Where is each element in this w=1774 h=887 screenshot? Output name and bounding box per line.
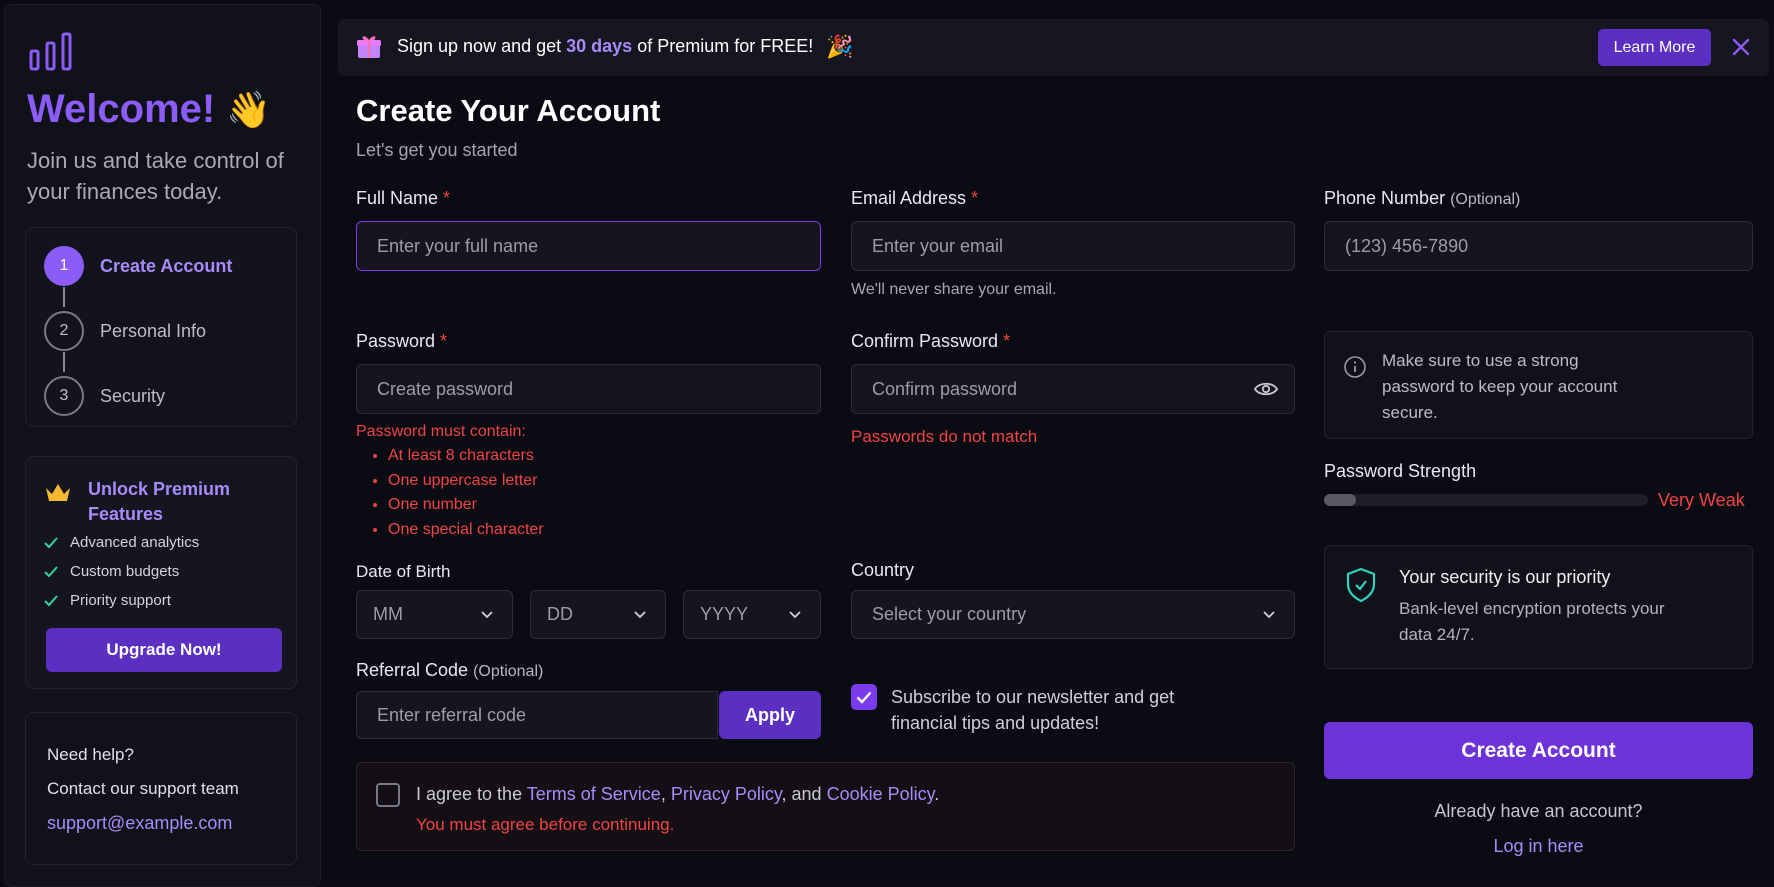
step-create-account[interactable]: 1 Create Account (44, 246, 232, 286)
help-title: Need help? (47, 745, 134, 764)
close-icon[interactable] (1730, 36, 1752, 58)
password-label: Password * (356, 331, 448, 351)
step-number: 3 (44, 376, 84, 416)
password-tip-card: Make sure to use a strong password to ke… (1324, 331, 1753, 439)
step-label: Personal Info (100, 320, 207, 341)
confirm-password-error: Passwords do not match (851, 427, 1038, 446)
support-email-link[interactable]: support@example.com (47, 813, 232, 834)
full-name-label: Full Name * (356, 188, 451, 208)
help-card: Need help? Contact our support team supp… (25, 712, 297, 865)
step-personal-info[interactable]: 2 Personal Info (44, 311, 206, 351)
create-account-button[interactable]: Create Account (1324, 722, 1753, 779)
referral-label: Referral Code (Optional) (356, 660, 544, 680)
dob-month-select[interactable]: MM (356, 590, 513, 639)
confirm-password-input[interactable]: Confirm password (851, 364, 1295, 414)
page-title: Create Your Account (356, 93, 661, 128)
terms-checkbox[interactable] (376, 783, 400, 807)
terms-of-service-link[interactable]: Terms of Service (527, 784, 661, 804)
already-have-account-text: Already have an account? (1434, 801, 1643, 821)
step-number: 2 (44, 311, 84, 351)
check-icon (44, 594, 58, 606)
check-icon (44, 536, 58, 548)
chevron-down-icon (789, 611, 801, 619)
password-rule: One special character (388, 518, 544, 543)
party-popper-icon: 🎉 (826, 34, 854, 59)
waving-hand-icon: 👋 (226, 89, 272, 130)
cookie-policy-link[interactable]: Cookie Policy (827, 784, 935, 804)
crown-icon (46, 484, 70, 501)
security-card: Your security is our priority Bank-level… (1324, 545, 1753, 669)
upgrade-button[interactable]: Upgrade Now! (46, 628, 282, 672)
welcome-title: Welcome! 👋 (27, 87, 272, 131)
premium-title: Unlock Premium Features (88, 479, 231, 524)
check-icon (44, 565, 58, 577)
gift-icon (357, 36, 381, 58)
apply-button[interactable]: Apply (719, 691, 821, 739)
email-label: Email Address * (851, 188, 979, 208)
dob-label: Date of Birth (356, 562, 451, 581)
premium-feature: Priority support (44, 592, 171, 609)
password-rules: Password must contain: At least 8 charac… (356, 423, 544, 542)
step-number: 1 (44, 246, 84, 286)
step-label: Create Account (100, 255, 233, 276)
password-rule: At least 8 characters (388, 444, 544, 469)
premium-card: Unlock Premium Features Advanced analyti… (25, 456, 297, 689)
login-link[interactable]: Log in here (1324, 836, 1753, 857)
terms-text: I agree to the Terms of Service, Privacy… (416, 784, 940, 804)
email-input[interactable]: Enter your email (851, 221, 1295, 271)
shield-check-icon (1346, 567, 1376, 603)
dob-year-select[interactable]: YYYY (683, 590, 821, 639)
password-rule: One number (388, 493, 544, 518)
signup-steps: 1 Create Account 2 Personal Info 3 Secur… (25, 227, 297, 427)
help-subtitle: Contact our support team (47, 779, 239, 798)
check-icon (856, 691, 872, 704)
referral-input[interactable]: Enter referral code (356, 691, 718, 739)
confirm-password-label: Confirm Password * (851, 331, 1011, 351)
newsletter-checkbox[interactable] (851, 684, 877, 710)
password-rule: One uppercase letter (388, 469, 544, 494)
newsletter-label: Subscribe to our newsletter and get fina… (891, 687, 1175, 733)
password-strength-value: Very Weak (1658, 490, 1745, 510)
sidebar: Welcome! 👋 Join us and take control of y… (4, 4, 321, 887)
security-description: Bank-level encryption protects your data… (1399, 599, 1665, 644)
password-tip-text: Make sure to use a strong password to ke… (1382, 351, 1618, 422)
country-label: Country (851, 560, 915, 580)
premium-feature: Custom budgets (44, 563, 179, 580)
chevron-down-icon (481, 611, 493, 619)
step-label: Security (100, 385, 166, 406)
password-rules-title: Password must contain: (356, 423, 526, 440)
page-subtitle: Let's get you started (356, 140, 518, 160)
banner-text: Sign up now and get 30 days of Premium f… (397, 36, 814, 56)
email-hint: We'll never share your email. (851, 281, 1057, 298)
bar-chart-logo-icon (29, 32, 72, 71)
step-security[interactable]: 3 Security (44, 376, 165, 416)
terms-error: You must agree before continuing. (416, 815, 675, 834)
step-connector (63, 287, 65, 307)
password-strength-label: Password Strength (1324, 461, 1477, 481)
security-title: Your security is our priority (1399, 567, 1611, 587)
dob-day-select[interactable]: DD (530, 590, 666, 639)
chevron-down-icon (1263, 611, 1275, 619)
password-strength-meter (1324, 494, 1648, 506)
full-name-input[interactable]: Enter your full name (356, 221, 821, 271)
premium-feature: Advanced analytics (44, 534, 199, 551)
promo-banner: Sign up now and get 30 days of Premium f… (338, 19, 1769, 76)
intro-text: Join us and take control of your finance… (27, 148, 284, 204)
learn-more-button[interactable]: Learn More (1598, 29, 1711, 66)
password-input[interactable]: Create password (356, 364, 821, 414)
password-strength-fill (1324, 494, 1357, 506)
step-connector (63, 352, 65, 372)
info-icon (1344, 356, 1366, 378)
country-select[interactable]: Select your country (851, 590, 1295, 639)
phone-label: Phone Number (Optional) (1324, 188, 1521, 208)
phone-input[interactable]: (123) 456-7890 (1324, 221, 1753, 271)
terms-box: I agree to the Terms of Service, Privacy… (356, 762, 1295, 851)
eye-icon[interactable] (1254, 380, 1278, 398)
chevron-down-icon (634, 611, 646, 619)
privacy-policy-link[interactable]: Privacy Policy (671, 784, 782, 804)
